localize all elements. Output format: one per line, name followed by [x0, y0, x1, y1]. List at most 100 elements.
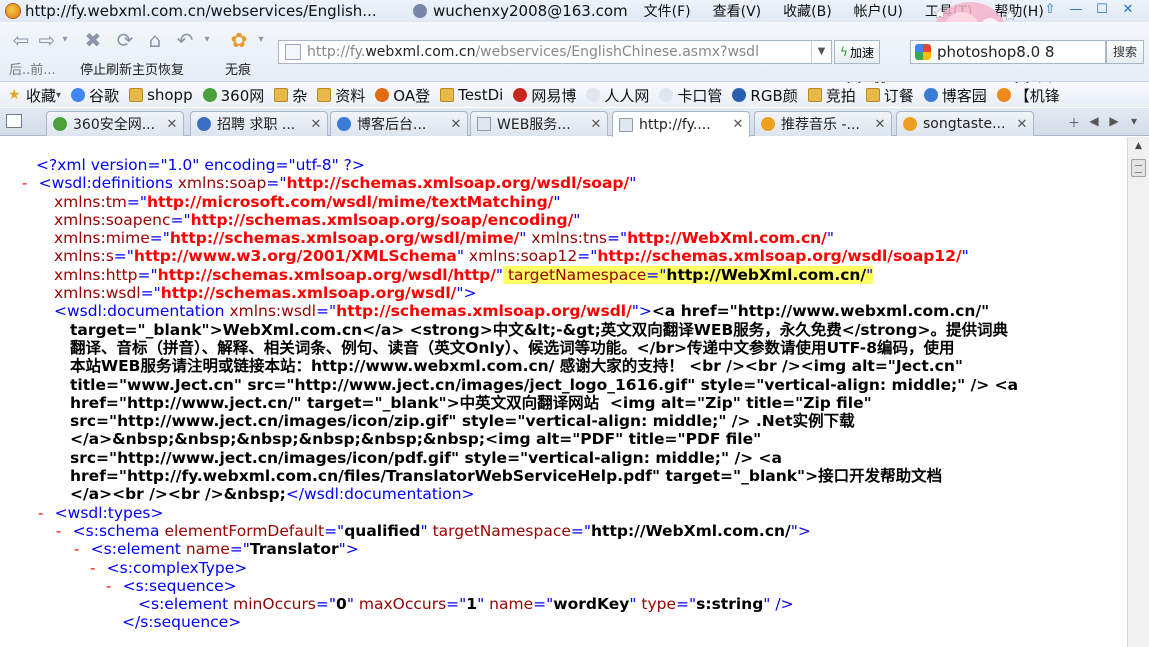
minimize-icon[interactable]: —	[1063, 2, 1089, 17]
xml-line: <s:element minOccurs="0" maxOccurs="1" n…	[0, 595, 1018, 613]
xml-token: xmlns:wsdl	[54, 284, 141, 303]
address-bar[interactable]: http://fy.webxml.com.cn/webservices/Engl…	[278, 40, 832, 64]
tab-favicon-icon	[337, 117, 351, 131]
favorite-item[interactable]: 卡口管	[659, 85, 722, 106]
tab-back-icon[interactable]: ◀	[1085, 114, 1103, 130]
favorite-item[interactable]: 360网	[202, 85, 264, 106]
vertical-scrollbar[interactable]: ▲	[1127, 137, 1149, 647]
favorite-item[interactable]: 竞拍	[807, 85, 856, 106]
accelerate-button[interactable]: ϟ 加速	[834, 40, 880, 64]
menu-account[interactable]: 帐户(U)	[854, 1, 903, 21]
xml-token: http://schemas.xmlsoap.org/wsdl/	[336, 302, 632, 321]
tab-close-icon[interactable]: ✕	[164, 117, 180, 132]
home-icon[interactable]: ⌂	[142, 28, 168, 52]
favorite-item[interactable]: RGB颜	[732, 85, 798, 106]
search-input[interactable]	[937, 43, 1097, 61]
tab[interactable]: songtaste... ✕	[896, 111, 1034, 136]
favorite-label: TestDi	[458, 86, 504, 104]
xml-token: targetNamespace	[503, 265, 647, 284]
menu-file[interactable]: 文件(F)	[644, 1, 691, 21]
tab-list-icon[interactable]: ▾	[1125, 114, 1143, 130]
new-tab-icon[interactable]: ＋	[1065, 114, 1083, 130]
tab-label: 博客后台...	[357, 117, 427, 133]
back-icon[interactable]: ⇦	[8, 28, 34, 52]
favorite-item[interactable]: 资料	[317, 85, 365, 106]
xml-token: http://schemas.xmlsoap.org/wsdl/soap/	[286, 174, 630, 193]
favorite-item[interactable]: TestDi	[440, 86, 503, 104]
favorite-item[interactable]: 人人网	[586, 85, 649, 106]
collapse-toggle[interactable]: -	[104, 577, 123, 595]
tab-close-icon[interactable]: ✕	[872, 117, 888, 132]
address-url[interactable]: http://fy.webxml.com.cn/webservices/Engl…	[307, 44, 759, 60]
xml-token: name	[489, 595, 534, 614]
forward-icon[interactable]: ⇨	[34, 28, 60, 52]
tab-label: 招聘 求职 ...	[217, 117, 296, 133]
favorite-item[interactable]: 网易博	[513, 85, 576, 106]
xml-token: ="	[126, 192, 148, 211]
search-engine-icon[interactable]	[915, 44, 931, 60]
collapse-toggle[interactable]: -	[54, 522, 73, 540]
favorite-item[interactable]: OA登	[375, 85, 430, 106]
maximize-icon[interactable]: ☐	[1089, 2, 1115, 17]
xml-token: Translator	[249, 540, 339, 559]
scroll-up-icon[interactable]: ▲	[1128, 137, 1149, 155]
close-icon[interactable]: ✕	[1115, 2, 1141, 17]
refresh-icon[interactable]: ⟳	[112, 28, 138, 52]
xml-line: target="_blank">WebXml.com.cn</a> <stron…	[0, 321, 1018, 339]
window-title: http://fy.webxml.com.cn/webservices/Engl…	[25, 2, 377, 20]
xml-token: ">	[631, 302, 652, 321]
tab-close-icon[interactable]: ✕	[448, 117, 464, 132]
scroll-thumb[interactable]	[1131, 159, 1146, 177]
collapse-toggle[interactable]: -	[88, 559, 107, 577]
history-dropdown-icon[interactable]: ▾	[58, 28, 72, 52]
favorites-dropdown-icon[interactable]: ▾	[56, 90, 61, 101]
traceless-dropdown-icon[interactable]: ▾	[254, 28, 268, 52]
pin-icon[interactable]: ⇧	[1037, 2, 1063, 17]
favorite-item[interactable]: shopp	[129, 86, 193, 104]
tab-close-icon[interactable]: ✕	[730, 117, 746, 132]
menu-tools[interactable]: 工具(T)	[925, 1, 972, 21]
xml-token: "	[573, 210, 581, 229]
stop-icon[interactable]: ✖	[80, 28, 106, 52]
tab[interactable]: 招聘 求职 ... ✕	[190, 111, 328, 136]
favorite-item[interactable]: 博客园	[923, 85, 987, 106]
collapse-toggle[interactable]: -	[36, 504, 55, 522]
xml-line: xmlns:s="http://www.w3.org/2001/XMLSchem…	[0, 247, 1018, 265]
account-info[interactable]: wuchenxy2008@163.com	[413, 2, 628, 20]
tab-close-icon[interactable]: ✕	[308, 117, 324, 132]
search-button[interactable]: 搜索	[1106, 40, 1144, 64]
menu-view[interactable]: 查看(V)	[713, 1, 762, 21]
xml-token: <s:element	[90, 540, 186, 559]
tab[interactable]: 360安全网... ✕	[46, 111, 184, 136]
tab-active[interactable]: http://fy.... ✕	[612, 111, 750, 137]
collapse-toggle[interactable]: -	[20, 174, 39, 192]
page-icon	[285, 44, 301, 60]
favorite-item[interactable]: ★ 收藏 ▾	[8, 85, 61, 106]
collapse-toggle[interactable]: -	[72, 540, 91, 558]
restore-icon[interactable]: ↶	[172, 28, 198, 52]
favorite-label: OA登	[393, 86, 431, 105]
favorite-item[interactable]: 【机锋	[996, 85, 1060, 106]
restore-dropdown-icon[interactable]: ▾	[200, 28, 214, 52]
xml-line: xmlns:mime="http://schemas.xmlsoap.org/w…	[0, 229, 1018, 247]
favorite-item[interactable]: 杂	[274, 85, 307, 106]
tab-forward-icon[interactable]: ▶	[1105, 114, 1123, 130]
address-dropdown-icon[interactable]: ▼	[811, 41, 831, 63]
search-box[interactable]	[910, 40, 1106, 64]
tab-favicon-icon	[53, 117, 67, 131]
tab-close-icon[interactable]: ✕	[588, 117, 604, 132]
favorite-item[interactable]: 订餐	[865, 85, 914, 106]
favorite-label: 谷歌	[89, 86, 120, 105]
paw-icon[interactable]: ✿	[226, 28, 252, 52]
xml-line: xmlns:tm="http://microsoft.com/wsdl/mime…	[0, 193, 1018, 211]
tab-close-icon[interactable]: ✕	[1014, 117, 1030, 132]
menu-favorites[interactable]: 收藏(B)	[783, 1, 832, 21]
tab[interactable]: WEB服务... ✕	[470, 111, 608, 136]
favorite-item[interactable]: 谷歌	[71, 85, 119, 106]
tab[interactable]: 博客后台... ✕	[330, 111, 468, 136]
sidebar-toggle-icon[interactable]	[6, 114, 22, 128]
tab[interactable]: 推荐音乐 -... ✕	[754, 111, 892, 136]
xml-token: ="	[229, 540, 250, 559]
xml-token: wordKey	[553, 595, 630, 614]
xml-token: <?xml version="1.0" encoding="utf-8" ?>	[36, 156, 365, 174]
